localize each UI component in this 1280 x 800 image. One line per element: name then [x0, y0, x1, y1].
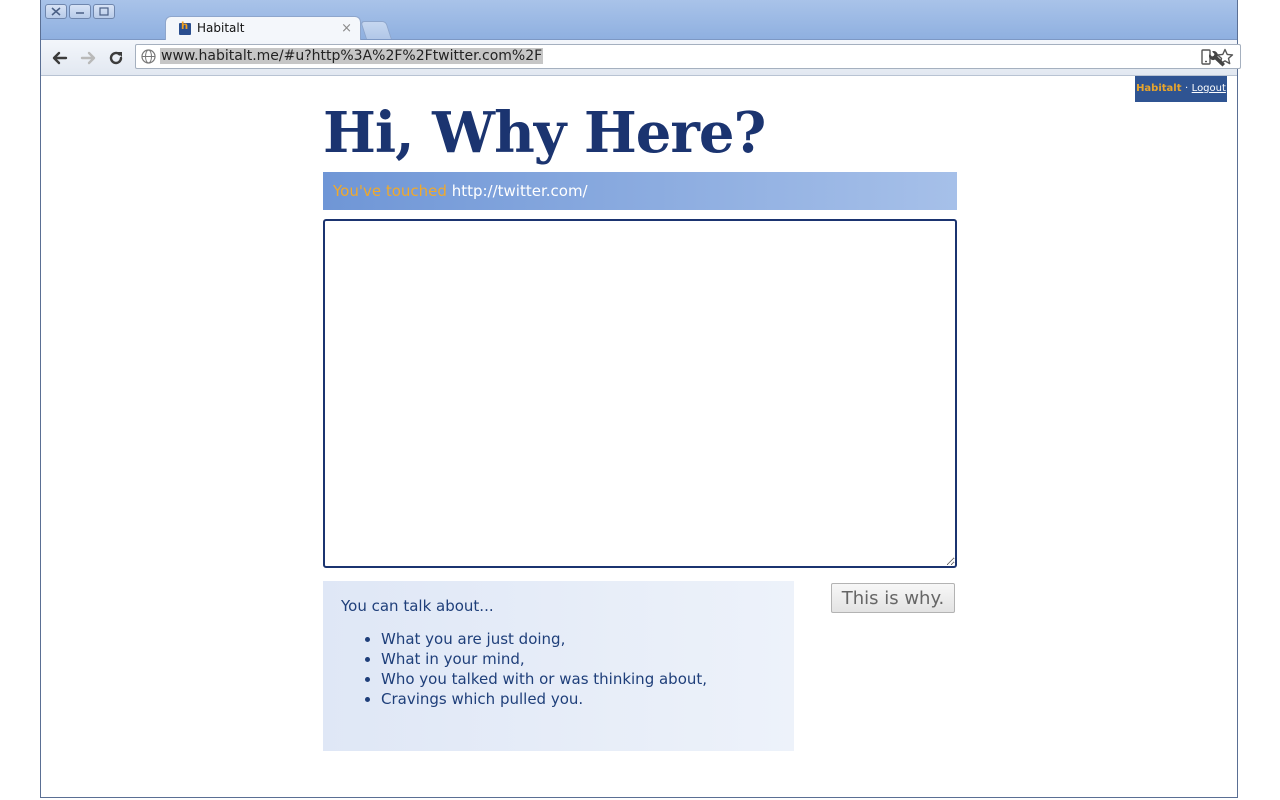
reload-icon[interactable]: [107, 49, 125, 67]
new-tab-button[interactable]: [360, 21, 392, 39]
hint-item: Who you talked with or was thinking abou…: [381, 669, 776, 689]
touched-label: You've touched: [333, 182, 447, 200]
touched-banner: You've touched http://twitter.com/: [323, 172, 957, 210]
user-bar: Habitalt · Logout: [1135, 76, 1227, 102]
tab-close-icon[interactable]: ×: [341, 21, 352, 36]
close-icon: [51, 7, 61, 16]
tab-habitalt[interactable]: h Habitalt ×: [165, 16, 361, 41]
minimize-icon: [76, 12, 84, 14]
userbar-separator: ·: [1185, 83, 1189, 94]
browser-toolbar: www.habitalt.me/#u?http%3A%2F%2Ftwitter.…: [41, 40, 1241, 76]
close-window-button[interactable]: [45, 4, 67, 19]
hint-item: Cravings which pulled you.: [381, 689, 776, 709]
logout-link[interactable]: Logout: [1192, 83, 1226, 94]
back-arrow-icon[interactable]: [51, 49, 69, 67]
address-bar[interactable]: www.habitalt.me/#u?http%3A%2F%2Ftwitter.…: [135, 44, 1241, 69]
tab-title: Habitalt: [197, 21, 245, 35]
maximize-window-button[interactable]: [93, 4, 115, 19]
page-title: Hi, Why Here?: [323, 100, 766, 166]
hint-item: What you are just doing,: [381, 629, 776, 649]
touched-url: http://twitter.com/: [451, 182, 588, 200]
hint-item: What in your mind,: [381, 649, 776, 669]
favicon-letter: h: [181, 21, 189, 32]
maximize-icon: [99, 7, 109, 16]
forward-arrow-icon[interactable]: [79, 49, 97, 67]
url-text[interactable]: www.habitalt.me/#u?http%3A%2F%2Ftwitter.…: [160, 48, 544, 64]
window-controls: [45, 4, 115, 19]
user-app-name: Habitalt: [1136, 83, 1182, 94]
minimize-window-button[interactable]: [69, 4, 91, 19]
hints-intro: You can talk about...: [341, 597, 494, 615]
title-bar: h Habitalt ×: [41, 0, 1237, 41]
hints-panel: You can talk about... What you are just …: [323, 581, 794, 751]
favicon-icon: h: [179, 21, 191, 35]
wrench-menu-icon[interactable]: [1209, 49, 1227, 67]
browser-window: h Habitalt × www.habitalt.me/#u?http%3A%…: [40, 0, 1241, 798]
globe-icon: [141, 49, 156, 64]
reason-textarea[interactable]: [323, 219, 957, 568]
submit-button[interactable]: This is why.: [831, 583, 955, 613]
hints-list: What you are just doing, What in your mi…: [341, 629, 776, 709]
